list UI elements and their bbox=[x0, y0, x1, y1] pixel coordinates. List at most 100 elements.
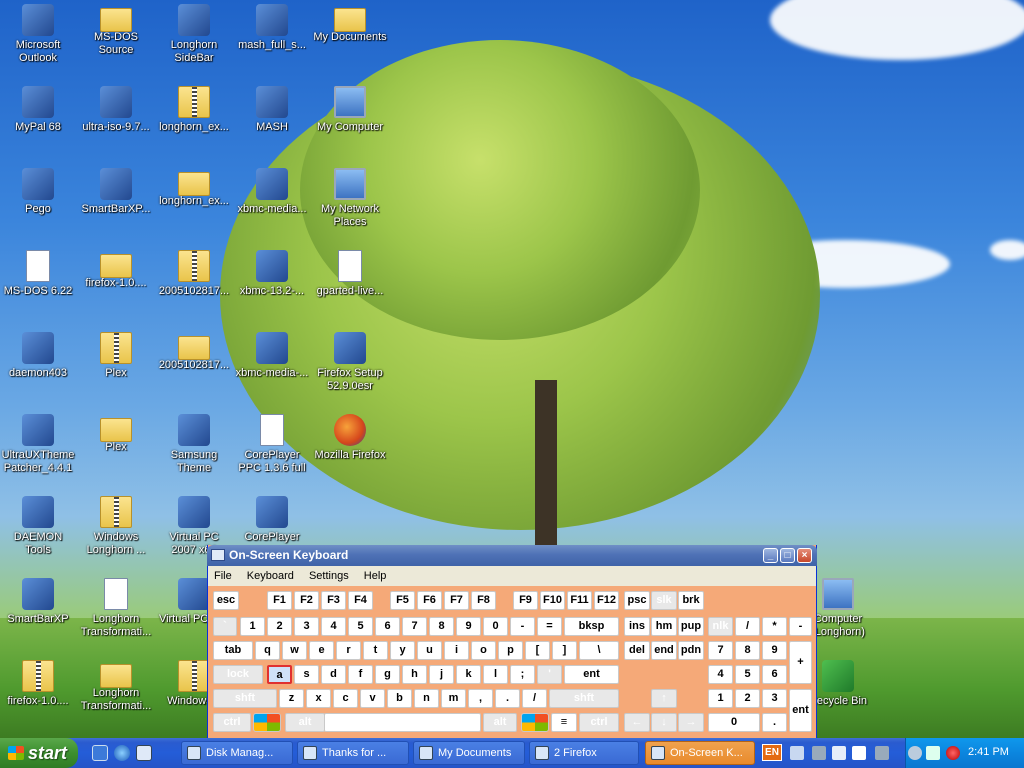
key-[interactable]: ← bbox=[624, 713, 650, 732]
key-[interactable]: . bbox=[495, 689, 520, 708]
taskbar-button[interactable]: Disk Manag... bbox=[181, 741, 293, 765]
key-[interactable]: ` bbox=[213, 617, 237, 636]
key-k[interactable]: k bbox=[456, 665, 481, 684]
key-[interactable]: ] bbox=[552, 641, 577, 660]
key-[interactable]: → bbox=[678, 713, 704, 732]
key-0[interactable]: 0 bbox=[708, 713, 760, 732]
options-arrow-icon[interactable] bbox=[875, 746, 889, 760]
key-[interactable]: ' bbox=[537, 665, 562, 684]
key-p[interactable]: p bbox=[498, 641, 523, 660]
desktop-icon[interactable]: MS-DOS 6.22 bbox=[0, 250, 76, 298]
media-player-icon[interactable] bbox=[136, 745, 152, 761]
key-9[interactable]: 9 bbox=[762, 641, 787, 660]
desktop-icon[interactable]: Microsoft Outlook bbox=[0, 4, 76, 65]
key-F6[interactable]: F6 bbox=[417, 591, 442, 610]
desktop-icon[interactable]: MS-DOS Source bbox=[78, 4, 154, 57]
key-o[interactable]: o bbox=[471, 641, 496, 660]
key-esc[interactable]: esc bbox=[213, 591, 239, 610]
key-6[interactable]: 6 bbox=[762, 665, 787, 684]
key-m[interactable]: m bbox=[441, 689, 466, 708]
key-j[interactable]: j bbox=[429, 665, 454, 684]
key-F10[interactable]: F10 bbox=[540, 591, 565, 610]
key-bksp[interactable]: bksp bbox=[564, 617, 619, 636]
key-[interactable]: \ bbox=[579, 641, 619, 660]
key-i[interactable]: i bbox=[444, 641, 469, 660]
key-5[interactable]: 5 bbox=[735, 665, 760, 684]
key-r[interactable]: r bbox=[336, 641, 361, 660]
desktop-icon[interactable]: mash_full_s... bbox=[234, 4, 310, 52]
key-8[interactable]: 8 bbox=[735, 641, 760, 660]
desktop-icon[interactable]: Firefox Setup 52.9.0esr bbox=[312, 332, 388, 393]
desktop-icon[interactable]: Plex bbox=[78, 414, 154, 454]
on-screen-keyboard-window[interactable]: On-Screen Keyboard _ □ × File Keyboard S… bbox=[207, 545, 817, 739]
key-e[interactable]: e bbox=[309, 641, 334, 660]
maximize-button[interactable]: □ bbox=[780, 548, 795, 563]
menu-file[interactable]: File bbox=[208, 566, 238, 586]
key-[interactable]: ; bbox=[510, 665, 535, 684]
key-psc[interactable]: psc bbox=[624, 591, 650, 610]
desktop-icon[interactable]: xbmc-13.2-... bbox=[234, 250, 310, 298]
desktop-icon[interactable]: longhorn_ex... bbox=[156, 86, 232, 134]
desktop-icon[interactable]: xbmc-media... bbox=[234, 168, 310, 216]
taskbar-button[interactable]: 2 Firefox bbox=[529, 741, 639, 765]
key-F3[interactable]: F3 bbox=[321, 591, 346, 610]
key-F9[interactable]: F9 bbox=[513, 591, 538, 610]
key-6[interactable]: 6 bbox=[375, 617, 400, 636]
key-[interactable]: + bbox=[789, 641, 812, 684]
key-3[interactable]: 3 bbox=[294, 617, 319, 636]
key-end[interactable]: end bbox=[651, 641, 677, 660]
desktop-icon[interactable]: DAEMON Tools bbox=[0, 496, 76, 557]
key-8[interactable]: 8 bbox=[429, 617, 454, 636]
minimize-button[interactable]: _ bbox=[763, 548, 778, 563]
key-[interactable]: , bbox=[468, 689, 493, 708]
desktop-icon[interactable]: firefox-1.0.... bbox=[0, 660, 76, 708]
spacebar[interactable] bbox=[324, 713, 481, 732]
key-[interactable]: . bbox=[762, 713, 787, 732]
key-u[interactable]: u bbox=[417, 641, 442, 660]
key-3[interactable]: 3 bbox=[762, 689, 787, 708]
key-c[interactable]: c bbox=[333, 689, 358, 708]
key-t[interactable]: t bbox=[363, 641, 388, 660]
key-F7[interactable]: F7 bbox=[444, 591, 469, 610]
desktop-icon[interactable]: longhorn_ex... bbox=[156, 168, 232, 208]
key-[interactable]: [ bbox=[525, 641, 550, 660]
key-F2[interactable]: F2 bbox=[294, 591, 319, 610]
desktop-icon[interactable]: daemon403 bbox=[0, 332, 76, 380]
desktop-icon[interactable]: My Computer bbox=[312, 86, 388, 134]
key-[interactable]: - bbox=[789, 617, 812, 636]
key-4[interactable]: 4 bbox=[321, 617, 346, 636]
key-tab[interactable]: tab bbox=[213, 641, 253, 660]
key-0[interactable]: 0 bbox=[483, 617, 508, 636]
key-4[interactable]: 4 bbox=[708, 665, 733, 684]
key-lock[interactable]: lock bbox=[213, 665, 263, 684]
key-hm[interactable]: hm bbox=[651, 617, 677, 636]
key-alt[interactable]: alt bbox=[483, 713, 517, 732]
key-a[interactable]: a bbox=[267, 665, 292, 684]
start-button[interactable]: start bbox=[0, 738, 78, 768]
desktop-icon[interactable]: gparted-live... bbox=[312, 250, 388, 298]
desktop-icon[interactable]: Mozilla Firefox bbox=[312, 414, 388, 462]
key-9[interactable]: 9 bbox=[456, 617, 481, 636]
desktop-icon[interactable]: 2005102817... bbox=[156, 332, 232, 372]
windows-key-icon[interactable] bbox=[253, 713, 281, 732]
desktop-icon[interactable]: Samsung Theme bbox=[156, 414, 232, 475]
key-ctrl[interactable]: ctrl bbox=[579, 713, 619, 732]
input-pen-icon[interactable] bbox=[790, 746, 804, 760]
desktop-icon[interactable]: My Network Places bbox=[312, 168, 388, 229]
desktop-icon[interactable]: Pego bbox=[0, 168, 76, 216]
desktop-icon[interactable]: MyPal 68 bbox=[0, 86, 76, 134]
key-[interactable]: ↑ bbox=[651, 689, 677, 708]
key-F4[interactable]: F4 bbox=[348, 591, 373, 610]
desktop-icon[interactable]: Longhorn Transformati... bbox=[78, 660, 154, 713]
tools-icon[interactable] bbox=[812, 746, 826, 760]
key-g[interactable]: g bbox=[375, 665, 400, 684]
key-[interactable]: / bbox=[735, 617, 760, 636]
desktop-icon[interactable]: SmartBarXP... bbox=[78, 168, 154, 216]
key-[interactable]: * bbox=[762, 617, 787, 636]
menu-settings[interactable]: Settings bbox=[303, 566, 355, 586]
key-shft[interactable]: shft bbox=[549, 689, 619, 708]
desktop-icon[interactable]: Plex bbox=[78, 332, 154, 380]
key-7[interactable]: 7 bbox=[402, 617, 427, 636]
key-y[interactable]: y bbox=[390, 641, 415, 660]
key-[interactable]: ↓ bbox=[651, 713, 677, 732]
